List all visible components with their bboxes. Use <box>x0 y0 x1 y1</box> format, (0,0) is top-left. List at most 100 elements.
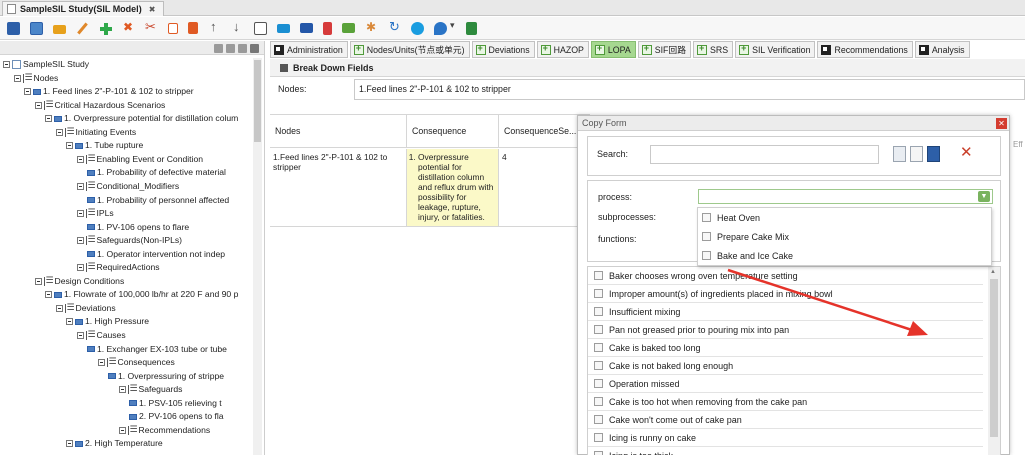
tree-item[interactable]: Initiating Events <box>55 125 136 139</box>
checkbox[interactable] <box>594 415 603 424</box>
move-down-icon[interactable] <box>231 19 244 35</box>
move-up-icon[interactable] <box>208 19 221 35</box>
list-item[interactable]: Pan not greased prior to pouring mix int… <box>588 321 983 339</box>
list-item[interactable]: Improper amount(s) of ingredients placed… <box>588 285 983 303</box>
collapse-toggle-icon[interactable] <box>13 74 21 82</box>
tree-item[interactable]: 2. PV-106 opens to fla <box>129 410 224 423</box>
document-tab[interactable]: SampleSIL Study(SIL Model) ✖ <box>2 1 165 16</box>
tree-item[interactable]: Design Conditions <box>34 274 124 288</box>
checkbox[interactable] <box>702 232 711 241</box>
tree-item[interactable]: Causes <box>76 328 126 342</box>
delete-icon[interactable] <box>122 20 135 35</box>
collapse-toggle-icon[interactable] <box>55 304 63 312</box>
tree-item[interactable]: 1. High Pressure <box>66 315 149 328</box>
tree-item[interactable]: 1. Overpressuring of strippe <box>108 370 224 383</box>
checkbox[interactable] <box>702 251 711 260</box>
checkbox[interactable] <box>594 433 603 442</box>
panel-close-icon[interactable] <box>250 44 259 53</box>
tab-srs[interactable]: SRS <box>693 41 734 58</box>
list-item[interactable]: Cake is too hot when removing from the c… <box>588 393 983 411</box>
collapse-toggle-icon[interactable] <box>24 88 31 96</box>
checkbox[interactable] <box>594 289 603 298</box>
location-icon[interactable] <box>434 21 447 35</box>
excel-export-icon[interactable] <box>466 21 477 35</box>
document-select-icon[interactable] <box>927 146 940 162</box>
worksheet-icon[interactable] <box>300 23 313 33</box>
tree-scrollbar[interactable] <box>253 58 262 455</box>
checkbox[interactable] <box>594 343 603 352</box>
collapse-toggle-icon[interactable] <box>118 426 126 434</box>
flag-icon[interactable] <box>323 21 332 35</box>
column-header-nodes[interactable]: Nodes <box>270 115 407 148</box>
tab-nodes-units[interactable]: Nodes/Units(节点或单元) <box>349 41 470 58</box>
tree-item[interactable]: Conditional_Modifiers <box>76 179 179 193</box>
tree-item[interactable]: IPLs <box>76 206 114 220</box>
save-all-icon[interactable] <box>30 21 43 35</box>
list-scrollbar-thumb[interactable] <box>990 279 998 437</box>
open-folder-icon[interactable] <box>53 25 66 34</box>
collapse-toggle-icon[interactable] <box>66 440 73 448</box>
list-item[interactable]: Cake won't come out of cake pan <box>588 411 983 429</box>
collapse-toggle-icon[interactable] <box>76 210 84 218</box>
checkbox[interactable] <box>594 379 603 388</box>
tree-item[interactable]: RequiredActions <box>76 260 160 274</box>
checkbox[interactable] <box>594 307 603 316</box>
search-input[interactable] <box>650 145 879 164</box>
tree-item[interactable]: 1. Probability of defective material <box>87 166 226 179</box>
chart-icon[interactable] <box>342 23 355 33</box>
tree-item[interactable]: 1. Tube rupture <box>66 139 143 152</box>
collapse-toggle-icon[interactable] <box>76 264 84 272</box>
tree-item[interactable]: 2. High Temperature <box>66 437 163 450</box>
tree-item[interactable]: Consequences <box>97 355 175 369</box>
tab-sif[interactable]: SIF回路 <box>637 41 692 58</box>
list-item[interactable]: Cake is baked too long <box>588 339 983 357</box>
list-item[interactable]: Icing is too thick <box>588 447 983 455</box>
collapse-toggle-icon[interactable] <box>66 142 73 150</box>
process-option[interactable]: Prepare Cake Mix <box>698 227 991 246</box>
cell-consequence[interactable]: Overpressure potential for distillation … <box>407 149 499 227</box>
scroll-up-icon[interactable]: ▲ <box>990 269 996 275</box>
list-item[interactable]: Icing is runny on cake <box>588 429 983 447</box>
chevron-down-icon[interactable]: ▼ <box>978 191 990 202</box>
cell-nodes[interactable]: 1.Feed lines 2"-P-101 & 102 to stripper <box>270 149 407 227</box>
checkbox[interactable] <box>702 213 711 222</box>
collapse-toggle-icon[interactable] <box>118 386 126 394</box>
paste-icon[interactable] <box>188 22 198 34</box>
collapse-toggle-icon[interactable] <box>45 291 52 299</box>
tab-lopa[interactable]: LOPA <box>590 41 636 58</box>
panel-minimize-icon[interactable] <box>214 44 223 53</box>
process-select[interactable]: ▼ <box>698 189 993 204</box>
close-tab-icon[interactable]: ✖ <box>149 5 156 14</box>
dropdown-caret-icon[interactable] <box>450 20 456 35</box>
tab-analysis[interactable]: Analysis <box>914 41 970 58</box>
tree-item[interactable]: 1. PV-106 opens to flare <box>87 221 189 234</box>
tree-item[interactable]: 1. Overpressure potential for distillati… <box>45 112 238 125</box>
collapse-toggle-icon[interactable] <box>76 182 84 190</box>
collapse-toggle-icon[interactable] <box>34 277 42 285</box>
column-header-consequence[interactable]: Consequence <box>407 115 499 148</box>
refresh-icon[interactable] <box>388 19 401 35</box>
tree-item[interactable]: Critical Hazardous Scenarios <box>34 98 165 112</box>
collapse-toggle-icon[interactable] <box>76 237 84 245</box>
move-icon[interactable] <box>254 21 267 35</box>
dialog-title-bar[interactable]: Copy Form ✕ <box>578 116 1009 131</box>
collapse-toggle-icon[interactable] <box>76 155 84 163</box>
tab-recommendations[interactable]: Recommendations <box>817 41 913 58</box>
tab-deviations[interactable]: Deviations <box>471 41 535 58</box>
skype-icon[interactable] <box>411 21 424 35</box>
panel-restore-icon[interactable] <box>226 44 235 53</box>
checkbox[interactable] <box>594 325 603 334</box>
collapse-toggle-icon[interactable] <box>97 359 105 367</box>
settings-icon[interactable] <box>365 20 378 35</box>
checkbox[interactable] <box>594 451 603 455</box>
edit-icon[interactable] <box>76 22 89 35</box>
tree-item[interactable]: SampleSIL Study <box>3 58 89 71</box>
tree-item[interactable]: 1. Probability of personnel affected <box>87 194 229 207</box>
tree-item[interactable]: Deviations <box>55 301 116 315</box>
tab-hazop[interactable]: HAZOP <box>536 41 589 58</box>
close-dialog-icon[interactable]: ✕ <box>996 118 1007 129</box>
collapse-toggle-icon[interactable] <box>3 61 10 68</box>
collapse-toggle-icon[interactable] <box>34 101 42 109</box>
copy-page-icon[interactable] <box>910 146 923 162</box>
list-item[interactable]: Cake is not baked long enough <box>588 357 983 375</box>
